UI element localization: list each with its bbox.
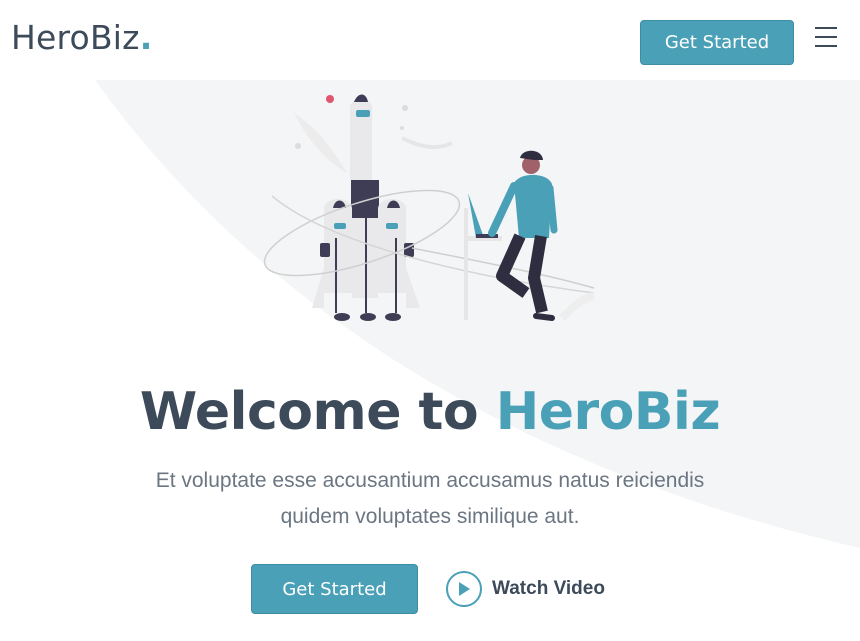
hero-get-started-button[interactable]: Get Started xyxy=(251,564,418,614)
hero-subtitle: Et voluptate esse accusantium accusamus … xyxy=(155,469,705,528)
watch-video-button[interactable]: Watch Video xyxy=(446,569,605,609)
logo-dot: . xyxy=(139,18,153,57)
hero-title-main: Welcome to xyxy=(139,382,496,442)
watch-video-label[interactable]: Watch Video xyxy=(492,578,605,600)
header-get-started-button[interactable]: Get Started xyxy=(640,20,794,65)
rocket-launch-illustration xyxy=(263,94,595,321)
site-header: HeroBiz. Get Started xyxy=(0,0,860,82)
play-icon[interactable] xyxy=(446,571,482,607)
logo-text: HeroBiz xyxy=(11,18,140,57)
logo[interactable]: HeroBiz. xyxy=(11,18,152,57)
hero-title-accent: HeroBiz xyxy=(495,382,721,442)
hero-title: Welcome to HeroBiz xyxy=(0,382,860,442)
hamburger-menu-icon[interactable] xyxy=(815,27,837,47)
